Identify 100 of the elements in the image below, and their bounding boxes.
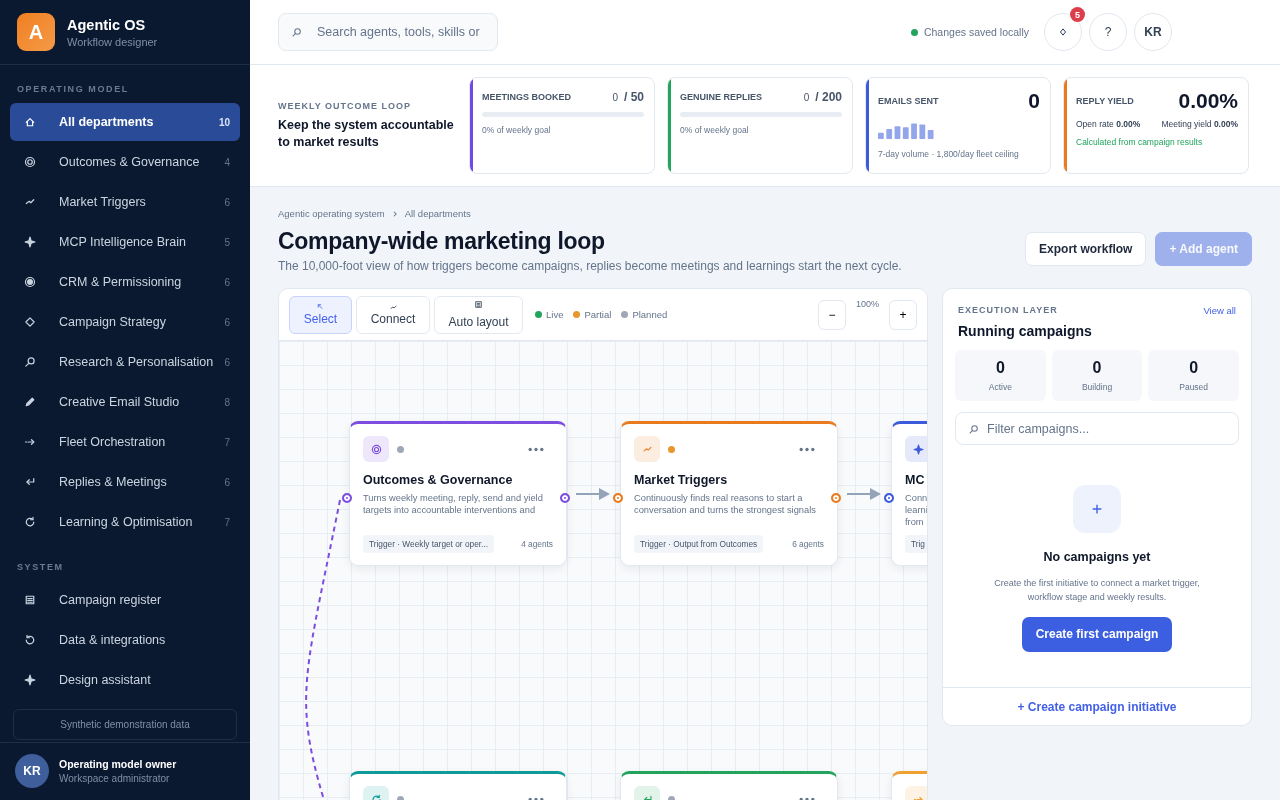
nav-item[interactable]: Fleet Orchestration 7 <box>10 423 240 461</box>
more-icon[interactable] <box>527 796 545 800</box>
node-description: Conn learni from <box>905 492 927 529</box>
trigger-tag: Trig <box>905 535 927 553</box>
section-heading: OPERATING MODEL <box>16 83 130 96</box>
legend-label: Planned <box>632 309 668 320</box>
page-title: Company-wide marketing loop <box>278 228 606 255</box>
create-initiative-link[interactable]: + Create campaign initiative <box>1017 699 1177 714</box>
node-description: Turns weekly meeting, reply, send and yield targets into accountable interventions and <box>363 492 543 517</box>
avatar-button[interactable]: KR <box>1134 13 1172 51</box>
section-eyebrow: WEEKLY OUTCOME LOOP <box>278 101 412 112</box>
kpi-target: / 200 <box>815 90 842 104</box>
panel-title: Running campaigns <box>958 323 1093 339</box>
nav-item[interactable]: Campaign Strategy 6 <box>10 303 240 341</box>
kpi-label: EMAILS SENT <box>878 95 939 106</box>
trigger-tag: Trigger · Output from Outcomes <box>634 535 764 553</box>
workflow-node[interactable]: MC Conn learni from Trig <box>891 421 927 566</box>
nav-item[interactable]: Data & integrations <box>10 621 240 659</box>
target-icon <box>370 443 382 455</box>
breadcrumb-link[interactable]: All departments <box>404 208 471 219</box>
kpi-label: GENUINE REPLIES <box>680 92 762 102</box>
chevron-icon <box>391 210 398 217</box>
export-button[interactable]: Export workflow <box>1025 232 1147 266</box>
port-handle[interactable] <box>613 493 623 503</box>
zoom-in-button[interactable]: + <box>889 299 917 330</box>
more-icon[interactable] <box>527 446 545 452</box>
diamond-icon <box>24 316 36 328</box>
help-button[interactable]: ? <box>1089 13 1127 51</box>
nav-item[interactable]: Campaign register <box>10 581 240 619</box>
kpi-note: 0% of weekly goal <box>680 125 750 135</box>
workflow-node[interactable]: Outcomes & Governance Turns weekly meeting, reply, send and yield targets into accountable interventions and Trigger · Weekly target or oper... 4 agents <box>349 421 567 566</box>
search-icon <box>968 423 979 435</box>
tool-button[interactable]: Auto layout <box>434 295 523 334</box>
nav-item[interactable]: MCP Intelligence Brain 5 <box>10 223 240 261</box>
history-icon <box>24 634 36 646</box>
nav-item[interactable]: Research & Personalisation 6 <box>10 343 240 381</box>
port-handle[interactable] <box>884 493 894 503</box>
notifications-button[interactable] <box>1044 13 1082 51</box>
save-status: Changes saved locally <box>910 26 1029 38</box>
nav-item[interactable]: Market Triggers 6 <box>10 183 240 221</box>
kpi-note: 0% of weekly goal <box>482 125 552 135</box>
user-role: Workspace administrator <box>59 773 171 784</box>
panel-eyebrow: EXECUTION LAYER <box>958 305 1058 316</box>
port-handle[interactable] <box>831 493 841 503</box>
node-title: MC <box>905 473 925 487</box>
more-icon[interactable] <box>798 446 816 452</box>
kpi-value: 0 <box>1028 90 1040 111</box>
kpi-label: MEETINGS BOOKED <box>482 92 571 102</box>
stat-label: Building <box>1081 382 1113 392</box>
list-icon <box>24 594 36 606</box>
view-all-link[interactable]: View all <box>1203 305 1236 316</box>
sparkle-icon <box>24 674 36 686</box>
stat-value: 0 <box>995 359 1005 377</box>
zoom-out-button[interactable]: − <box>817 299 846 330</box>
sparkle-icon <box>912 443 924 455</box>
yield-metric: Meeting yield 0.00% <box>1161 119 1238 129</box>
home-icon <box>24 116 36 128</box>
node-description: Continuously finds real reasons to start a conversation and turns the strongest signals <box>634 492 816 517</box>
nav-item[interactable]: Replies & Meetings 6 <box>10 463 240 501</box>
stat-label: Paused <box>1179 382 1209 392</box>
create-campaign-button[interactable]: Create first campaign <box>1021 616 1173 652</box>
nav-item[interactable]: Design assistant <box>10 661 240 699</box>
tool-button[interactable]: Select <box>289 295 352 334</box>
kpi-note: Calculated from campaign results <box>1076 137 1204 147</box>
cursor-icon <box>316 302 325 312</box>
node-title: Market Triggers <box>634 473 728 487</box>
agent-count: 6 agents <box>792 539 824 549</box>
search-field[interactable]: Search agents, tools, skills or <box>278 13 498 51</box>
kpi-value: 0 <box>803 92 810 103</box>
port-handle[interactable] <box>342 493 352 503</box>
search-icon <box>24 356 36 368</box>
nav-item[interactable]: Outcomes & Governance 4 <box>10 143 240 181</box>
search-icon <box>291 27 302 38</box>
legend-label: Partial <box>584 309 612 320</box>
list-icon <box>474 299 483 309</box>
nav-item[interactable]: All departments 10 <box>10 103 240 141</box>
trigger-tag: Trigger · Weekly target or oper... <box>363 535 494 553</box>
filter-field[interactable]: Filter campaigns... <box>955 412 1239 445</box>
refresh-icon <box>24 516 36 528</box>
app-logo: A <box>17 13 55 51</box>
nav-item[interactable]: Learning & Optimisation 7 <box>10 503 240 541</box>
arrow-icon <box>24 436 36 448</box>
tool-button[interactable]: Connect <box>356 295 430 334</box>
yield-metric: Open rate 0.00% <box>1076 119 1141 129</box>
breadcrumb-link[interactable]: Agentic operating system <box>278 208 385 219</box>
stat-value: 0 <box>1189 359 1199 377</box>
node-title: Outcomes & Governance <box>363 473 513 487</box>
kpi-note: 7-day volume · 1,800/day fleet ceiling <box>878 149 1020 159</box>
sparkle-icon <box>24 236 36 248</box>
notification-badge: 5 <box>1070 7 1085 22</box>
nav-item[interactable]: Creative Email Studio 8 <box>10 383 240 421</box>
section-heading: SYSTEM <box>16 561 65 574</box>
kpi-value: 0.00% <box>1178 90 1238 111</box>
app-name: Agentic OS <box>67 16 147 33</box>
workflow-node[interactable]: Market Triggers Continuously finds real reasons to start a conversation and turns the strongest signals Trigger · Output from Outcomes 6 agents <box>620 421 838 566</box>
more-icon[interactable] <box>798 796 816 800</box>
page-subtitle: The 10,000-foot view of how triggers become campaigns, replies become meetings and learnings start the next cycle. <box>278 259 902 273</box>
empty-description: Create the first initiative to connect a market trigger, workflow stage and weekly results. <box>993 577 1201 604</box>
nav-item[interactable]: CRM & Permissioning 6 <box>10 263 240 301</box>
port-handle[interactable] <box>560 493 570 503</box>
